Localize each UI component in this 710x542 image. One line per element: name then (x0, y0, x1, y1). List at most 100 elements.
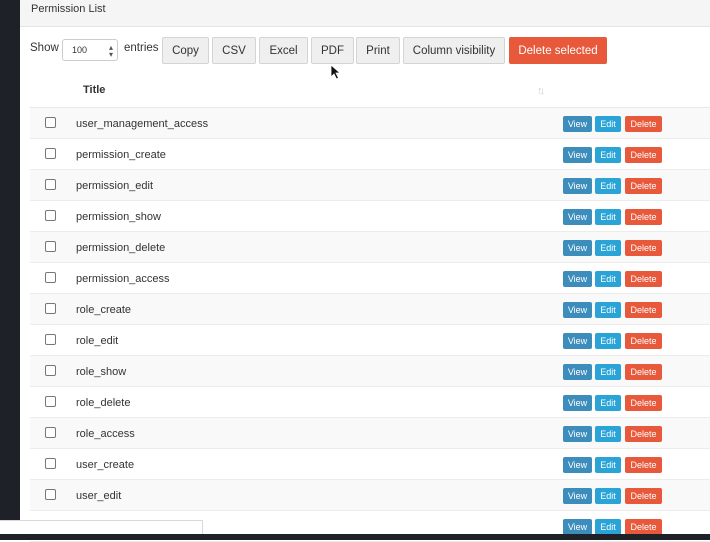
table-header: Title ↑↓ (30, 76, 710, 108)
row-checkbox[interactable] (45, 303, 56, 314)
delete-button[interactable]: Delete (625, 147, 662, 163)
table-row: permission_access View Edit Delete (30, 263, 710, 294)
delete-button[interactable]: Delete (625, 302, 662, 318)
delete-button[interactable]: Delete (625, 116, 662, 132)
row-checkbox[interactable] (45, 396, 56, 407)
row-checkbox[interactable] (45, 179, 56, 190)
excel-button[interactable]: Excel (259, 37, 308, 64)
table-row: permission_edit View Edit Delete (30, 170, 710, 201)
table-row: user_edit View Edit Delete (30, 480, 710, 511)
view-button[interactable]: View (563, 519, 592, 535)
entries-label: entries (124, 42, 159, 54)
delete-button[interactable]: Delete (625, 333, 662, 349)
row-checkbox[interactable] (45, 117, 56, 128)
edit-button[interactable]: Edit (595, 209, 621, 225)
sort-icon[interactable]: ↑↓ (537, 85, 545, 97)
edit-button[interactable]: Edit (595, 519, 621, 535)
delete-button[interactable]: Delete (625, 488, 662, 504)
edit-button[interactable]: Edit (595, 178, 621, 194)
row-checkbox[interactable] (45, 210, 56, 221)
permission-title: role_edit (76, 335, 119, 347)
print-button[interactable]: Print (356, 37, 400, 64)
edit-button[interactable]: Edit (595, 147, 621, 163)
edit-button[interactable]: Edit (595, 333, 621, 349)
view-button[interactable]: View (563, 178, 592, 194)
row-checkbox[interactable] (45, 334, 56, 345)
delete-button[interactable]: Delete (625, 240, 662, 256)
table-row: user_management_access View Edit Delete (30, 108, 710, 139)
table-row: role_create View Edit Delete (30, 294, 710, 325)
view-button[interactable]: View (563, 147, 592, 163)
view-button[interactable]: View (563, 302, 592, 318)
delete-button[interactable]: Delete (625, 426, 662, 442)
delete-button[interactable]: Delete (625, 519, 662, 535)
select-arrows-icon: ▴ ▾ (108, 43, 113, 59)
permission-title: user_create (76, 459, 135, 471)
edit-button[interactable]: Edit (595, 364, 621, 380)
edit-button[interactable]: Edit (595, 395, 621, 411)
permission-title: permission_delete (76, 242, 166, 254)
table-toolbar: Show 100 ▴ ▾ entries Copy CSV Excel PDF P… (30, 37, 630, 65)
delete-button[interactable]: Delete (625, 271, 662, 287)
delete-button[interactable]: Delete (625, 209, 662, 225)
delete-button[interactable]: Delete (625, 178, 662, 194)
permission-title: role_show (76, 366, 127, 378)
edit-button[interactable]: Edit (595, 302, 621, 318)
permission-title: role_delete (76, 397, 131, 409)
row-checkbox[interactable] (45, 148, 56, 159)
edit-button[interactable]: Edit (595, 488, 621, 504)
panel-header: Permission List (20, 0, 710, 27)
permission-title: user_management_access (76, 118, 209, 130)
row-checkbox[interactable] (45, 241, 56, 252)
title-column-header[interactable]: Title (83, 84, 105, 96)
view-button[interactable]: View (563, 116, 592, 132)
sidebar-edge (0, 0, 20, 540)
page-length-select[interactable]: 100 ▴ ▾ (62, 39, 118, 61)
delete-button[interactable]: Delete (625, 395, 662, 411)
view-button[interactable]: View (563, 209, 592, 225)
page-length-value: 100 (72, 45, 88, 55)
delete-button[interactable]: Delete (625, 364, 662, 380)
permission-title: permission_show (76, 211, 161, 223)
permission-title: role_create (76, 304, 132, 316)
pdf-button[interactable]: PDF (311, 37, 354, 64)
edit-button[interactable]: Edit (595, 426, 621, 442)
panel-title: Permission List (31, 3, 106, 15)
row-checkbox[interactable] (45, 458, 56, 469)
show-label: Show (30, 42, 59, 54)
table-row: role_access View Edit Delete (30, 418, 710, 449)
edit-button[interactable]: Edit (595, 457, 621, 473)
permission-title: role_access (76, 428, 135, 440)
view-button[interactable]: View (563, 426, 592, 442)
delete-selected-button[interactable]: Delete selected (509, 37, 607, 64)
view-button[interactable]: View (563, 488, 592, 504)
view-button[interactable]: View (563, 395, 592, 411)
row-checkbox[interactable] (45, 427, 56, 438)
row-checkbox[interactable] (45, 365, 56, 376)
edit-button[interactable]: Edit (595, 271, 621, 287)
permission-title: permission_create (76, 149, 166, 161)
delete-button[interactable]: Delete (625, 457, 662, 473)
view-button[interactable]: View (563, 271, 592, 287)
view-button[interactable]: View (563, 457, 592, 473)
table-row: permission_show View Edit Delete (30, 201, 710, 232)
permission-title: permission_access (76, 273, 170, 285)
column-visibility-button[interactable]: Column visibility (403, 37, 505, 64)
permission-title: user_edit (76, 490, 122, 502)
table-row: permission_delete View Edit Delete (30, 232, 710, 263)
table-row: user_create View Edit Delete (30, 449, 710, 480)
view-button[interactable]: View (563, 333, 592, 349)
permission-title: permission_edit (76, 180, 154, 192)
view-button[interactable]: View (563, 364, 592, 380)
table-row: role_delete View Edit Delete (30, 387, 710, 418)
edit-button[interactable]: Edit (595, 116, 621, 132)
table-row: role_show View Edit Delete (30, 356, 710, 387)
row-checkbox[interactable] (45, 272, 56, 283)
row-checkbox[interactable] (45, 489, 56, 500)
table-row: role_edit View Edit Delete (30, 325, 710, 356)
bottom-edge (0, 534, 710, 540)
csv-button[interactable]: CSV (212, 37, 256, 64)
view-button[interactable]: View (563, 240, 592, 256)
copy-button[interactable]: Copy (162, 37, 209, 64)
edit-button[interactable]: Edit (595, 240, 621, 256)
